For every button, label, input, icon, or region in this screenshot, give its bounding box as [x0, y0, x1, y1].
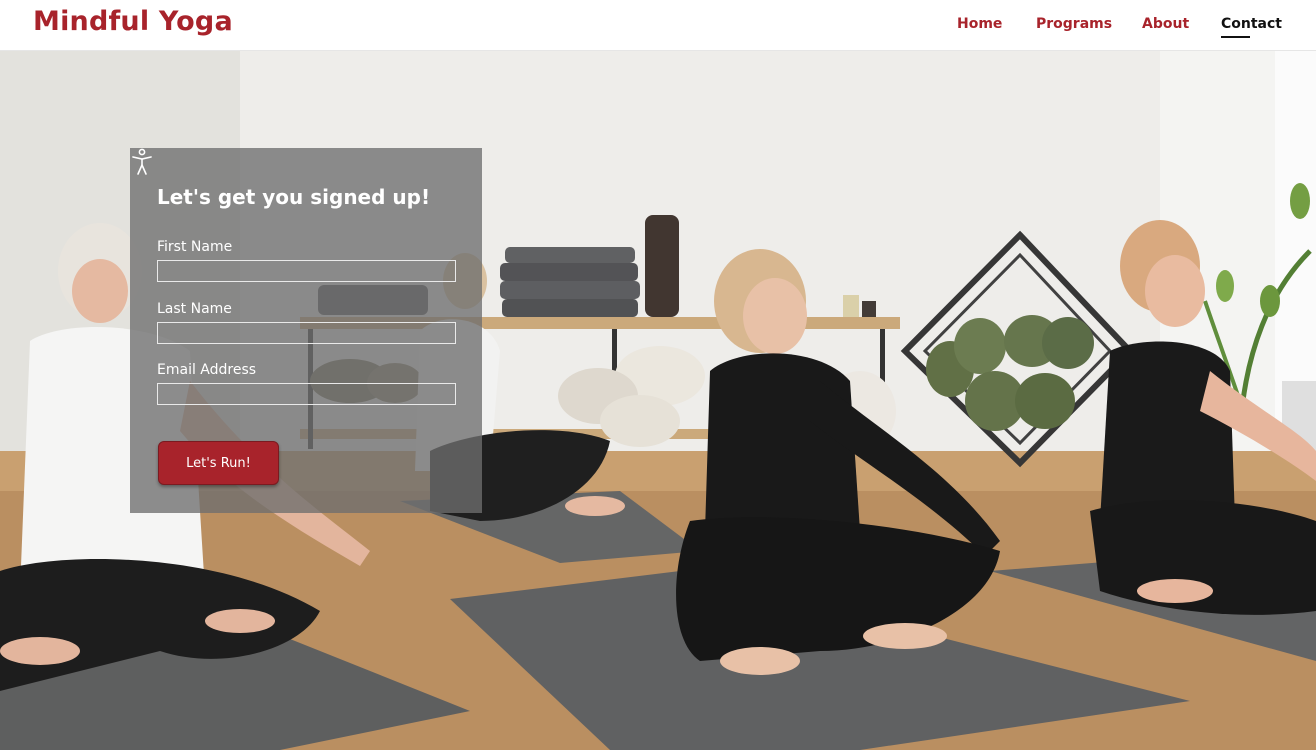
nav-contact[interactable]: Contact: [1221, 16, 1282, 32]
nav-about[interactable]: About: [1142, 16, 1189, 32]
lets-run-button[interactable]: Let's Run!: [158, 441, 279, 485]
navbar: Mindful Yoga Home Programs About Contact: [0, 0, 1316, 51]
nav-active-indicator: [1221, 36, 1250, 38]
brand-logo[interactable]: Mindful Yoga: [33, 6, 233, 37]
email-input[interactable]: [157, 383, 456, 405]
nav-programs[interactable]: Programs: [1036, 16, 1112, 32]
nav-home[interactable]: Home: [957, 16, 1002, 32]
accessibility-person-icon: [132, 148, 152, 175]
first-name-label: First Name: [157, 239, 233, 255]
last-name-label: Last Name: [157, 301, 232, 317]
hero-image: Let's get you signed up! First Name Last…: [0, 51, 1316, 750]
last-name-input[interactable]: [157, 322, 456, 344]
first-name-input[interactable]: [157, 260, 456, 282]
email-label: Email Address: [157, 362, 257, 378]
signup-panel: Let's get you signed up! First Name Last…: [130, 148, 482, 513]
signup-title: Let's get you signed up!: [157, 185, 431, 209]
